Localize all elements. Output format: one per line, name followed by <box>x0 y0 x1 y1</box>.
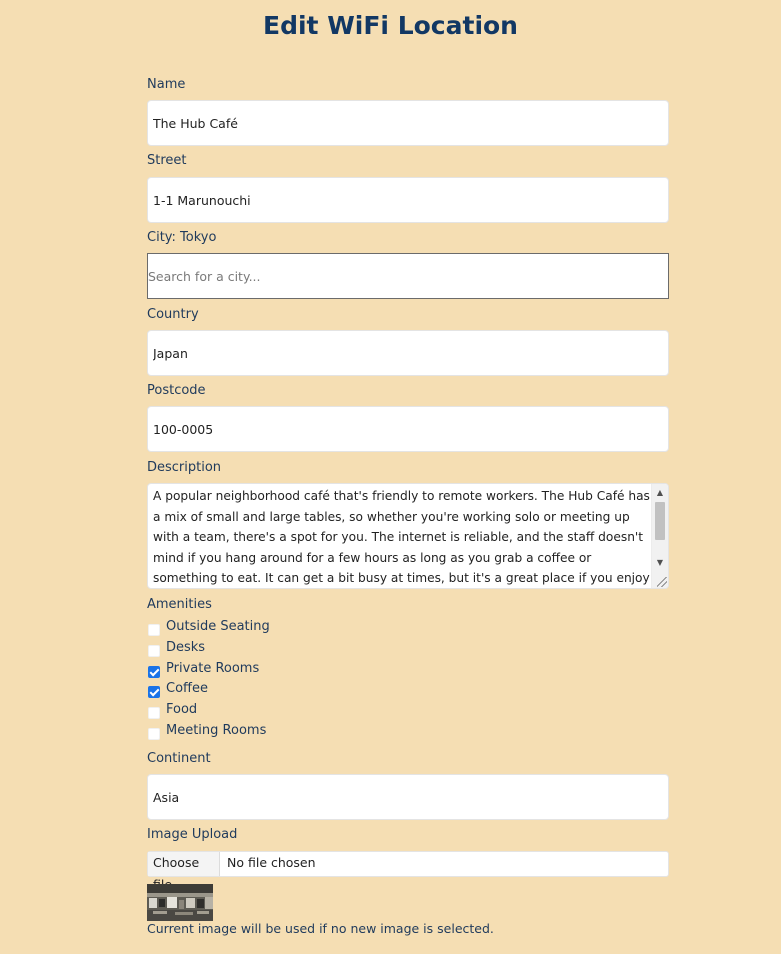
postcode-label: Postcode <box>147 383 206 398</box>
amenities-label: Amenities <box>147 597 212 612</box>
scroll-up-arrow-icon[interactable]: ▲ <box>652 486 668 500</box>
country-input[interactable] <box>147 330 669 376</box>
checkbox[interactable] <box>148 645 160 657</box>
current-image-thumbnail <box>147 884 213 921</box>
checkbox-checked[interactable] <box>148 686 160 698</box>
resize-grip-icon[interactable] <box>657 577 667 587</box>
amenity-label: Desks <box>166 640 206 655</box>
street-input[interactable] <box>147 177 669 223</box>
checkbox[interactable] <box>148 624 160 636</box>
amenity-coffee[interactable]: Coffee <box>147 681 447 701</box>
street-label: Street <box>147 153 187 168</box>
continent-label: Continent <box>147 751 211 766</box>
amenity-desks[interactable]: Desks <box>147 640 447 660</box>
checkbox-checked[interactable] <box>148 666 160 678</box>
description-textarea[interactable]: A popular neighborhood café that's frien… <box>147 483 669 589</box>
city-search-input[interactable] <box>147 253 669 299</box>
scrollbar-thumb[interactable] <box>655 502 665 540</box>
amenity-label: Coffee <box>166 681 208 696</box>
amenity-label: Food <box>166 702 198 717</box>
checkbox[interactable] <box>148 707 160 719</box>
city-label: City: Tokyo <box>147 230 217 245</box>
description-scrollbar[interactable]: ▲ ▼ <box>651 484 668 588</box>
amenity-label: Meeting Rooms <box>166 723 267 738</box>
file-input[interactable]: Choose file No file chosen <box>147 851 669 892</box>
country-label: Country <box>147 307 199 322</box>
amenity-meeting-rooms[interactable]: Meeting Rooms <box>147 723 447 743</box>
file-status: No file chosen <box>227 855 316 870</box>
amenity-outside-seating[interactable]: Outside Seating <box>147 619 447 639</box>
description-text[interactable]: A popular neighborhood café that's frien… <box>153 486 653 588</box>
name-label: Name <box>147 77 186 92</box>
checkbox[interactable] <box>148 728 160 740</box>
description-label: Description <box>147 460 222 475</box>
image-hint-text: Current image will be used if no new ima… <box>147 921 494 936</box>
choose-file-button[interactable]: Choose file <box>148 852 220 892</box>
name-input[interactable] <box>147 100 669 146</box>
scroll-down-arrow-icon[interactable]: ▼ <box>652 556 668 570</box>
page-title: Edit WiFi Location <box>263 11 518 40</box>
image-upload-label: Image Upload <box>147 827 238 842</box>
amenity-label: Private Rooms <box>166 661 260 676</box>
amenity-label: Outside Seating <box>166 619 270 634</box>
postcode-input[interactable] <box>147 406 669 452</box>
continent-input[interactable] <box>147 774 669 820</box>
amenity-food[interactable]: Food <box>147 702 447 722</box>
amenity-private-rooms[interactable]: Private Rooms <box>147 661 447 681</box>
